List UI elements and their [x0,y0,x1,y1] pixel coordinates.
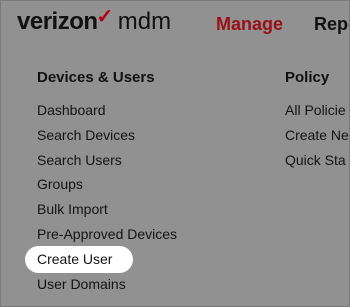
menu-item-label: Bulk Import [37,201,108,218]
menu-item-label: Search Users [37,151,122,168]
logo-product-text: mdm [117,8,172,35]
logo-check-icon: ✓ [96,6,114,28]
menu-item-search-devices[interactable]: Search Devices [37,126,177,151]
menu-item-label: Create Ne [285,126,349,143]
menu-item-label: All Policie [285,102,346,118]
menu-item-label: Create User [37,250,113,267]
devices-users-column: Devices & Users Dashboard Search Devices… [24,69,178,300]
nav-reports[interactable]: Repo [314,14,349,35]
menu-item-label: Search Devices [37,126,136,143]
menu-item-bulk-import[interactable]: Bulk Import [37,200,177,225]
policy-column: Policy All Policie Create Ne Quick Sta [285,69,349,175]
menu-item-groups[interactable]: Groups [37,175,177,200]
menu-item-label: Quick Sta [285,151,346,168]
menu-item-label: User Domains [37,275,126,292]
menu-item-label: Pre-Approved Devices [37,225,178,242]
verizon-mdm-logo[interactable]: verizon✓ mdm [17,6,172,36]
mdm-mega-menu: verizon✓mdm Manage Repo Devices & Users … [0,0,350,307]
menu-item-dashboard[interactable]: Dashboard [37,101,177,126]
nav-manage[interactable]: Manage [216,14,283,35]
devices-users-heading: Devices & Users [37,69,155,86]
menu-item-label: Groups [37,176,83,193]
logo-brand-text: verizon [17,8,98,35]
menu-item-all-policies[interactable]: All Policie [285,101,349,126]
menu-item-create-user[interactable]: Create User [24,245,177,275]
menu-item-create-new[interactable]: Create Ne [285,126,349,151]
menu-item-user-domains[interactable]: User Domains [37,275,177,300]
menu-item-quick-start[interactable]: Quick Sta [285,151,349,176]
policy-heading: Policy [285,69,330,86]
menu-item-label: Dashboard [37,102,106,118]
menu-item-search-users[interactable]: Search Users [37,151,177,176]
